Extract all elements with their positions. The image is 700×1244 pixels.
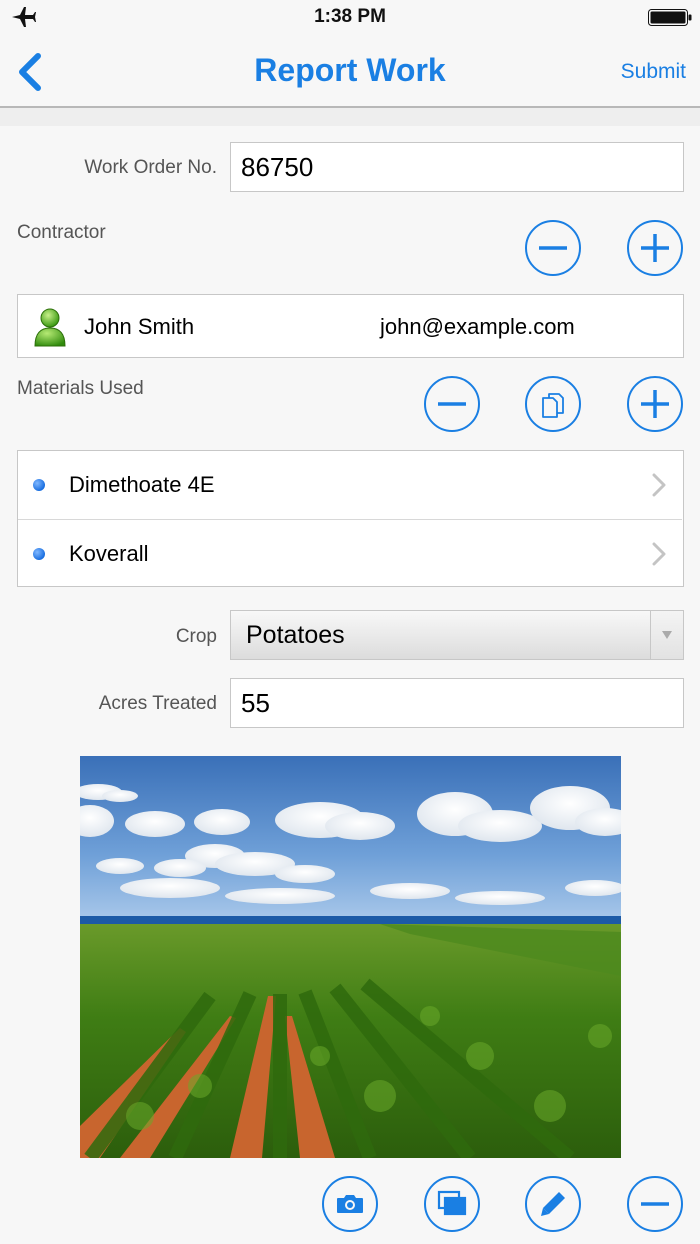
- remove-material-button[interactable]: [424, 376, 480, 432]
- add-contractor-button[interactable]: [627, 220, 683, 276]
- status-bar: 1:38 PM: [0, 0, 700, 34]
- acres-label: Acres Treated: [98, 693, 217, 714]
- crop-select[interactable]: Potatoes: [230, 610, 684, 660]
- chevron-right-icon: [652, 473, 666, 497]
- material-row-dimethoate[interactable]: Dimethoate 4E: [18, 451, 682, 519]
- minus-icon: [438, 402, 466, 406]
- back-chevron-icon[interactable]: [14, 52, 48, 92]
- edit-photo-button[interactable]: [525, 1176, 581, 1232]
- bullet-icon: [33, 479, 45, 491]
- triangle-down-icon: [662, 631, 672, 639]
- copy-material-button[interactable]: [525, 376, 581, 432]
- navigation-bar: Report Work Submit: [0, 34, 700, 108]
- plus-icon: [641, 234, 669, 262]
- submit-button[interactable]: Submit: [621, 60, 686, 84]
- chevron-right-icon: [652, 542, 666, 566]
- battery-icon: [648, 9, 692, 26]
- bullet-icon: [33, 548, 45, 560]
- pencil-icon: [541, 1192, 565, 1216]
- contractor-card[interactable]: John Smith john@example.com: [17, 294, 684, 358]
- potato-field-image: [80, 756, 621, 1158]
- copy-icon: [542, 393, 564, 418]
- materials-label: Materials Used: [17, 378, 144, 399]
- add-material-button[interactable]: [627, 376, 683, 432]
- material-label: Koverall: [69, 541, 149, 566]
- page-title: Report Work: [254, 52, 446, 88]
- contractor-name: John Smith: [84, 314, 195, 339]
- plus-icon: [641, 390, 669, 418]
- work-order-field[interactable]: 86750: [230, 142, 684, 192]
- material-row-koverall[interactable]: Koverall: [18, 520, 682, 588]
- status-time: 1:38 PM: [314, 6, 386, 27]
- remove-contractor-button[interactable]: [525, 220, 581, 276]
- dropdown-arrow: [650, 611, 683, 659]
- photo-library-button[interactable]: [424, 1176, 480, 1232]
- minus-icon: [539, 246, 567, 250]
- acres-value: 55: [241, 687, 270, 718]
- material-label: Dimethoate 4E: [69, 472, 215, 497]
- contractor-email: john@example.com: [380, 314, 575, 339]
- acres-field[interactable]: 55: [230, 678, 684, 728]
- crop-selected-value: Potatoes: [246, 620, 345, 649]
- field-photo: [80, 756, 621, 1158]
- camera-icon: [337, 1195, 363, 1213]
- crop-label: Crop: [175, 626, 217, 647]
- take-photo-button[interactable]: [322, 1176, 378, 1232]
- work-order-value: 86750: [241, 151, 314, 182]
- gallery-icon: [437, 1190, 467, 1216]
- person-avatar-icon: [34, 308, 66, 347]
- work-order-label: Work Order No.: [84, 157, 217, 178]
- contractor-label: Contractor: [17, 222, 106, 243]
- remove-photo-button[interactable]: [627, 1176, 683, 1232]
- header-separator-band: [0, 108, 700, 126]
- materials-list: Dimethoate 4E Koverall: [17, 450, 684, 587]
- minus-icon: [641, 1202, 669, 1206]
